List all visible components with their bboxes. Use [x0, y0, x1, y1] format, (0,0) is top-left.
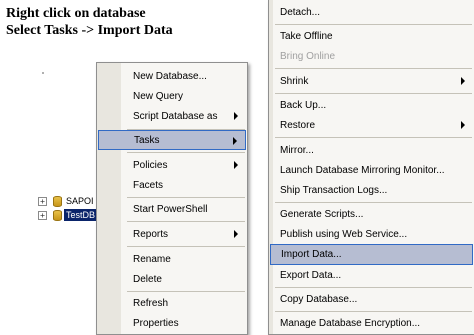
tasks-submenu: Detach... Take Offline Bring Online Shri… [268, 0, 474, 335]
menu-item-new-database[interactable]: New Database... [98, 66, 246, 86]
submenu-arrow-icon [233, 137, 237, 145]
menu-item-export-data[interactable]: Export Data... [270, 265, 473, 285]
instructions-caption: Right click on database Select Tasks -> … [6, 5, 173, 39]
menu-separator [275, 311, 472, 312]
menu-item-refresh[interactable]: Refresh [98, 293, 246, 313]
menu-separator [275, 137, 472, 138]
submenu-arrow-icon [234, 112, 238, 120]
menu-item-tasks[interactable]: Tasks [98, 130, 246, 150]
submenu-arrow-icon [461, 121, 465, 129]
database-icon [53, 195, 62, 207]
menu-item-take-offline[interactable]: Take Offline [270, 26, 473, 46]
menu-separator [275, 93, 472, 94]
menu-separator [127, 291, 245, 292]
expand-icon[interactable]: + [38, 196, 47, 206]
menu-separator [127, 221, 245, 222]
menu-item-publish-web-service[interactable]: Publish using Web Service... [270, 224, 473, 244]
menu-separator [275, 68, 472, 69]
menu-item-policies[interactable]: Policies [98, 155, 246, 175]
menu-item-properties[interactable]: Properties [98, 313, 246, 333]
menu-item-detach[interactable]: Detach... [270, 2, 473, 22]
menu-item-copy-database[interactable]: Copy Database... [270, 289, 473, 309]
menu-item-delete[interactable]: Delete [98, 269, 246, 289]
menu-item-generate-scripts[interactable]: Generate Scripts... [270, 204, 473, 224]
menu-item-shrink[interactable]: Shrink [270, 71, 473, 91]
tree-node-label[interactable]: SAPOI [64, 195, 96, 207]
menu-separator [275, 202, 472, 203]
menu-item-launch-mirroring-monitor[interactable]: Launch Database Mirroring Monitor... [270, 160, 473, 180]
menu-item-reports[interactable]: Reports [98, 224, 246, 244]
menu-separator [275, 24, 472, 25]
menu-item-import-data[interactable]: Import Data... [270, 244, 473, 265]
menu-item-script-database-as[interactable]: Script Database as [98, 106, 246, 126]
menu-item-back-up[interactable]: Back Up... [270, 95, 473, 115]
submenu-arrow-icon [234, 230, 238, 238]
menu-item-facets[interactable]: Facets [98, 175, 246, 195]
menu-item-rename[interactable]: Rename [98, 249, 246, 269]
menu-item-bring-online: Bring Online [280, 50, 336, 62]
submenu-arrow-icon [234, 161, 238, 169]
tree-dot [42, 72, 44, 74]
menu-separator [127, 197, 245, 198]
tree-node-label[interactable]: TestDB [64, 209, 98, 221]
menu-item-mirror[interactable]: Mirror... [270, 140, 473, 160]
menu-item-new-query[interactable]: New Query [98, 86, 246, 106]
instruction-line-2: Select Tasks -> Import Data [6, 23, 173, 38]
menu-separator [127, 246, 245, 247]
menu-item-restore[interactable]: Restore [270, 115, 473, 135]
menu-item-start-powershell[interactable]: Start PowerShell [98, 199, 246, 219]
submenu-arrow-icon [461, 77, 465, 85]
instruction-line-1: Right click on database [6, 6, 146, 21]
tree-node-testdb[interactable]: + TestDB [38, 209, 98, 221]
menu-item-manage-encryption[interactable]: Manage Database Encryption... [270, 313, 473, 333]
menu-item-ship-transaction-logs[interactable]: Ship Transaction Logs... [270, 180, 473, 200]
expand-icon[interactable]: + [38, 210, 47, 220]
menu-separator [127, 152, 245, 153]
database-icon [53, 209, 62, 221]
menu-separator [275, 287, 472, 288]
database-context-menu: New Database... New Query Script Databas… [96, 62, 248, 335]
tree-node-sapoi[interactable]: + SAPOI [38, 195, 96, 207]
